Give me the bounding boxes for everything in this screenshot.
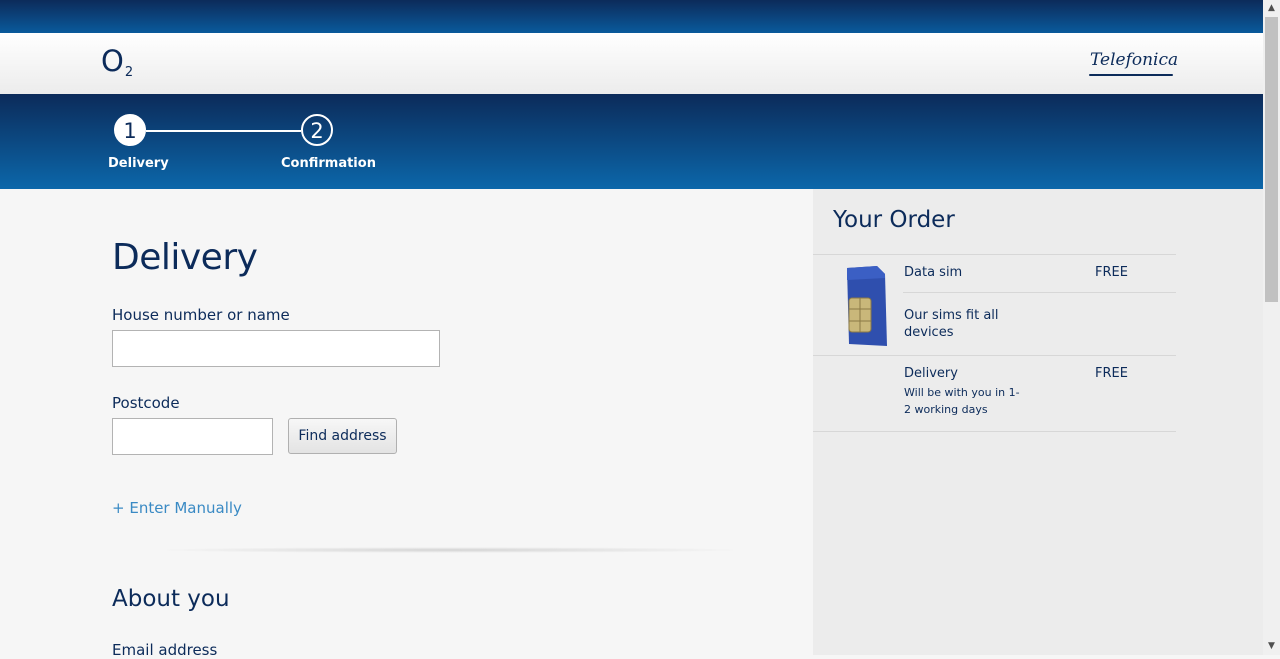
order-item-name: Delivery <box>904 366 958 381</box>
header: O2 Telefonica <box>0 33 1263 95</box>
step-1-label: Delivery <box>108 156 169 171</box>
enter-manually-link[interactable]: + Enter Manually <box>112 499 242 517</box>
divider <box>813 355 1176 356</box>
postcode-input[interactable] <box>112 418 273 455</box>
order-item-price: FREE <box>1095 366 1128 381</box>
order-title: Your Order <box>833 207 955 233</box>
house-number-input[interactable] <box>112 330 440 367</box>
about-you-heading: About you <box>112 586 230 612</box>
order-item-price: FREE <box>1095 265 1128 280</box>
o2-logo-subscript: 2 <box>124 65 134 80</box>
divider <box>813 254 1176 255</box>
checkout-progress: 1 2 Delivery Confirmation <box>0 94 1263 189</box>
step-2-indicator: 2 <box>301 114 333 146</box>
telefonica-logo[interactable]: Telefonica <box>1090 50 1178 70</box>
telefonica-logo-underline <box>1089 74 1173 76</box>
divider <box>813 431 1176 432</box>
step-connector <box>146 130 301 132</box>
o2-logo-letter: O <box>101 44 124 78</box>
delivery-form: Delivery House number or name Postcode F… <box>0 189 813 659</box>
postcode-label: Postcode <box>112 394 180 412</box>
divider <box>903 292 1176 293</box>
chevron-down-icon[interactable]: ▼ <box>1263 638 1280 655</box>
chevron-up-icon[interactable]: ▲ <box>1263 0 1280 17</box>
sim-card-icon <box>847 266 887 346</box>
o2-logo[interactable]: O2 <box>101 47 133 82</box>
order-summary: Your Order Data sim FREE Our sims fit al… <box>813 189 1263 655</box>
step-2-label: Confirmation <box>281 156 376 171</box>
house-number-label: House number or name <box>112 306 290 324</box>
scrollbar-thumb[interactable] <box>1265 17 1278 302</box>
page-title: Delivery <box>112 237 258 278</box>
step-1-indicator: 1 <box>114 114 146 146</box>
find-address-button[interactable]: Find address <box>288 418 397 454</box>
order-item-description: Our sims fit all devices <box>904 308 999 340</box>
order-item-description: Will be with you in 1-2 working days <box>904 386 1020 416</box>
top-bar <box>0 0 1263 33</box>
section-divider <box>150 547 750 553</box>
order-item-name: Data sim <box>904 265 963 280</box>
email-label: Email address <box>112 641 218 659</box>
